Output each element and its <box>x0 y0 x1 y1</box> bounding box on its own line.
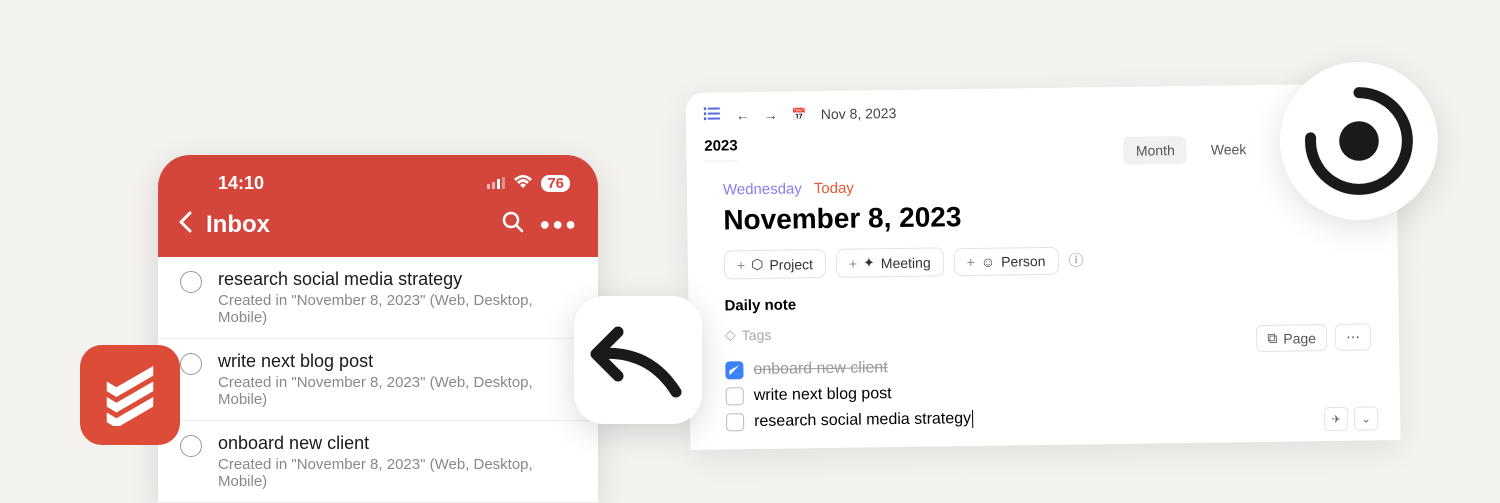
task-list: research social media strategy Created i… <box>158 257 598 503</box>
todoist-phone: 14:10 76 Inbox ●●● research social media… <box>158 155 598 503</box>
nav-title: Inbox <box>206 211 487 239</box>
send-icon[interactable]: ✈ <box>1324 407 1348 431</box>
pill-row: +⬡Project +✦Meeting +☺Person ⓘ <box>724 242 1362 280</box>
checkbox-done[interactable] <box>725 361 743 379</box>
status-bar: 14:10 76 <box>158 167 598 200</box>
todo-text: write next blog post <box>754 385 892 405</box>
task-title: onboard new client <box>218 433 576 454</box>
more-icon[interactable]: ●●● <box>539 214 578 235</box>
back-arrow-icon[interactable]: ← <box>736 107 750 123</box>
todo-text: research social media strategy <box>754 410 973 431</box>
open-page-button[interactable]: ⧉Page <box>1256 324 1327 352</box>
date-heading: November 8, 2023 <box>723 196 1361 237</box>
pill-meeting[interactable]: +✦Meeting <box>836 247 944 278</box>
todo-text: onboard new client <box>753 359 888 379</box>
check-circle[interactable] <box>180 353 202 375</box>
weekday-row: Wednesday Today <box>723 173 1361 199</box>
back-icon[interactable] <box>178 211 192 238</box>
page-more-button[interactable]: ⋯ <box>1335 323 1371 351</box>
tag-icon: ◇ <box>725 326 736 343</box>
task-row[interactable]: onboard new client Created in "November … <box>158 421 598 503</box>
task-meta: Created in "November 8, 2023" (Web, Desk… <box>218 456 576 490</box>
meeting-icon: ✦ <box>863 254 875 271</box>
todoist-logo-icon <box>80 345 180 445</box>
task-title: research social media strategy <box>218 269 576 290</box>
search-icon[interactable] <box>501 210 525 239</box>
checkbox[interactable] <box>726 413 744 431</box>
content: Wednesday Today November 8, 2023 +⬡Proje… <box>687 158 1401 450</box>
task-row[interactable]: research social media strategy Created i… <box>158 257 598 339</box>
pill-person[interactable]: +☺Person <box>953 246 1058 275</box>
pill-project[interactable]: +⬡Project <box>724 249 826 279</box>
fwd-arrow-icon[interactable]: → <box>764 106 778 122</box>
battery-badge: 76 <box>541 175 570 192</box>
reply-arrow-icon <box>574 296 702 424</box>
nav-bar: Inbox ●●● <box>158 200 598 257</box>
status-indicators: 76 <box>487 173 570 194</box>
today-label: Today <box>814 180 854 198</box>
calendar-icon: 📅 <box>792 107 807 121</box>
cube-icon: ⬡ <box>751 256 763 273</box>
check-circle[interactable] <box>180 435 202 457</box>
check-circle[interactable] <box>180 271 202 293</box>
page-controls: ⧉Page ⋯ <box>1256 323 1371 352</box>
task-meta: Created in "November 8, 2023" (Web, Desk… <box>218 292 576 326</box>
list-icon[interactable] <box>704 106 722 123</box>
tab-week[interactable]: Week <box>1199 135 1259 164</box>
tab-month[interactable]: Month <box>1124 136 1187 165</box>
external-icon: ⧉ <box>1267 330 1277 347</box>
info-icon[interactable]: ⓘ <box>1068 249 1083 270</box>
wifi-icon <box>513 173 533 194</box>
checkbox[interactable] <box>726 387 744 405</box>
weekday: Wednesday <box>723 180 802 198</box>
task-title: write next blog post <box>218 351 576 372</box>
capacities-logo-icon <box>1280 62 1438 220</box>
chevron-down-icon[interactable]: ⌄ <box>1354 406 1378 430</box>
signal-icon <box>487 173 505 194</box>
person-icon: ☺ <box>981 253 996 269</box>
section-label: Daily note <box>724 289 1362 315</box>
toolbar-date: Nov 8, 2023 <box>821 105 897 122</box>
phone-header: 14:10 76 Inbox ●●● <box>158 155 598 257</box>
bottom-controls: ✈ ⌄ <box>1324 406 1378 431</box>
task-meta: Created in "November 8, 2023" (Web, Desk… <box>218 374 576 408</box>
status-time: 14:10 <box>218 173 264 194</box>
task-row[interactable]: write next blog post Created in "Novembe… <box>158 339 598 421</box>
